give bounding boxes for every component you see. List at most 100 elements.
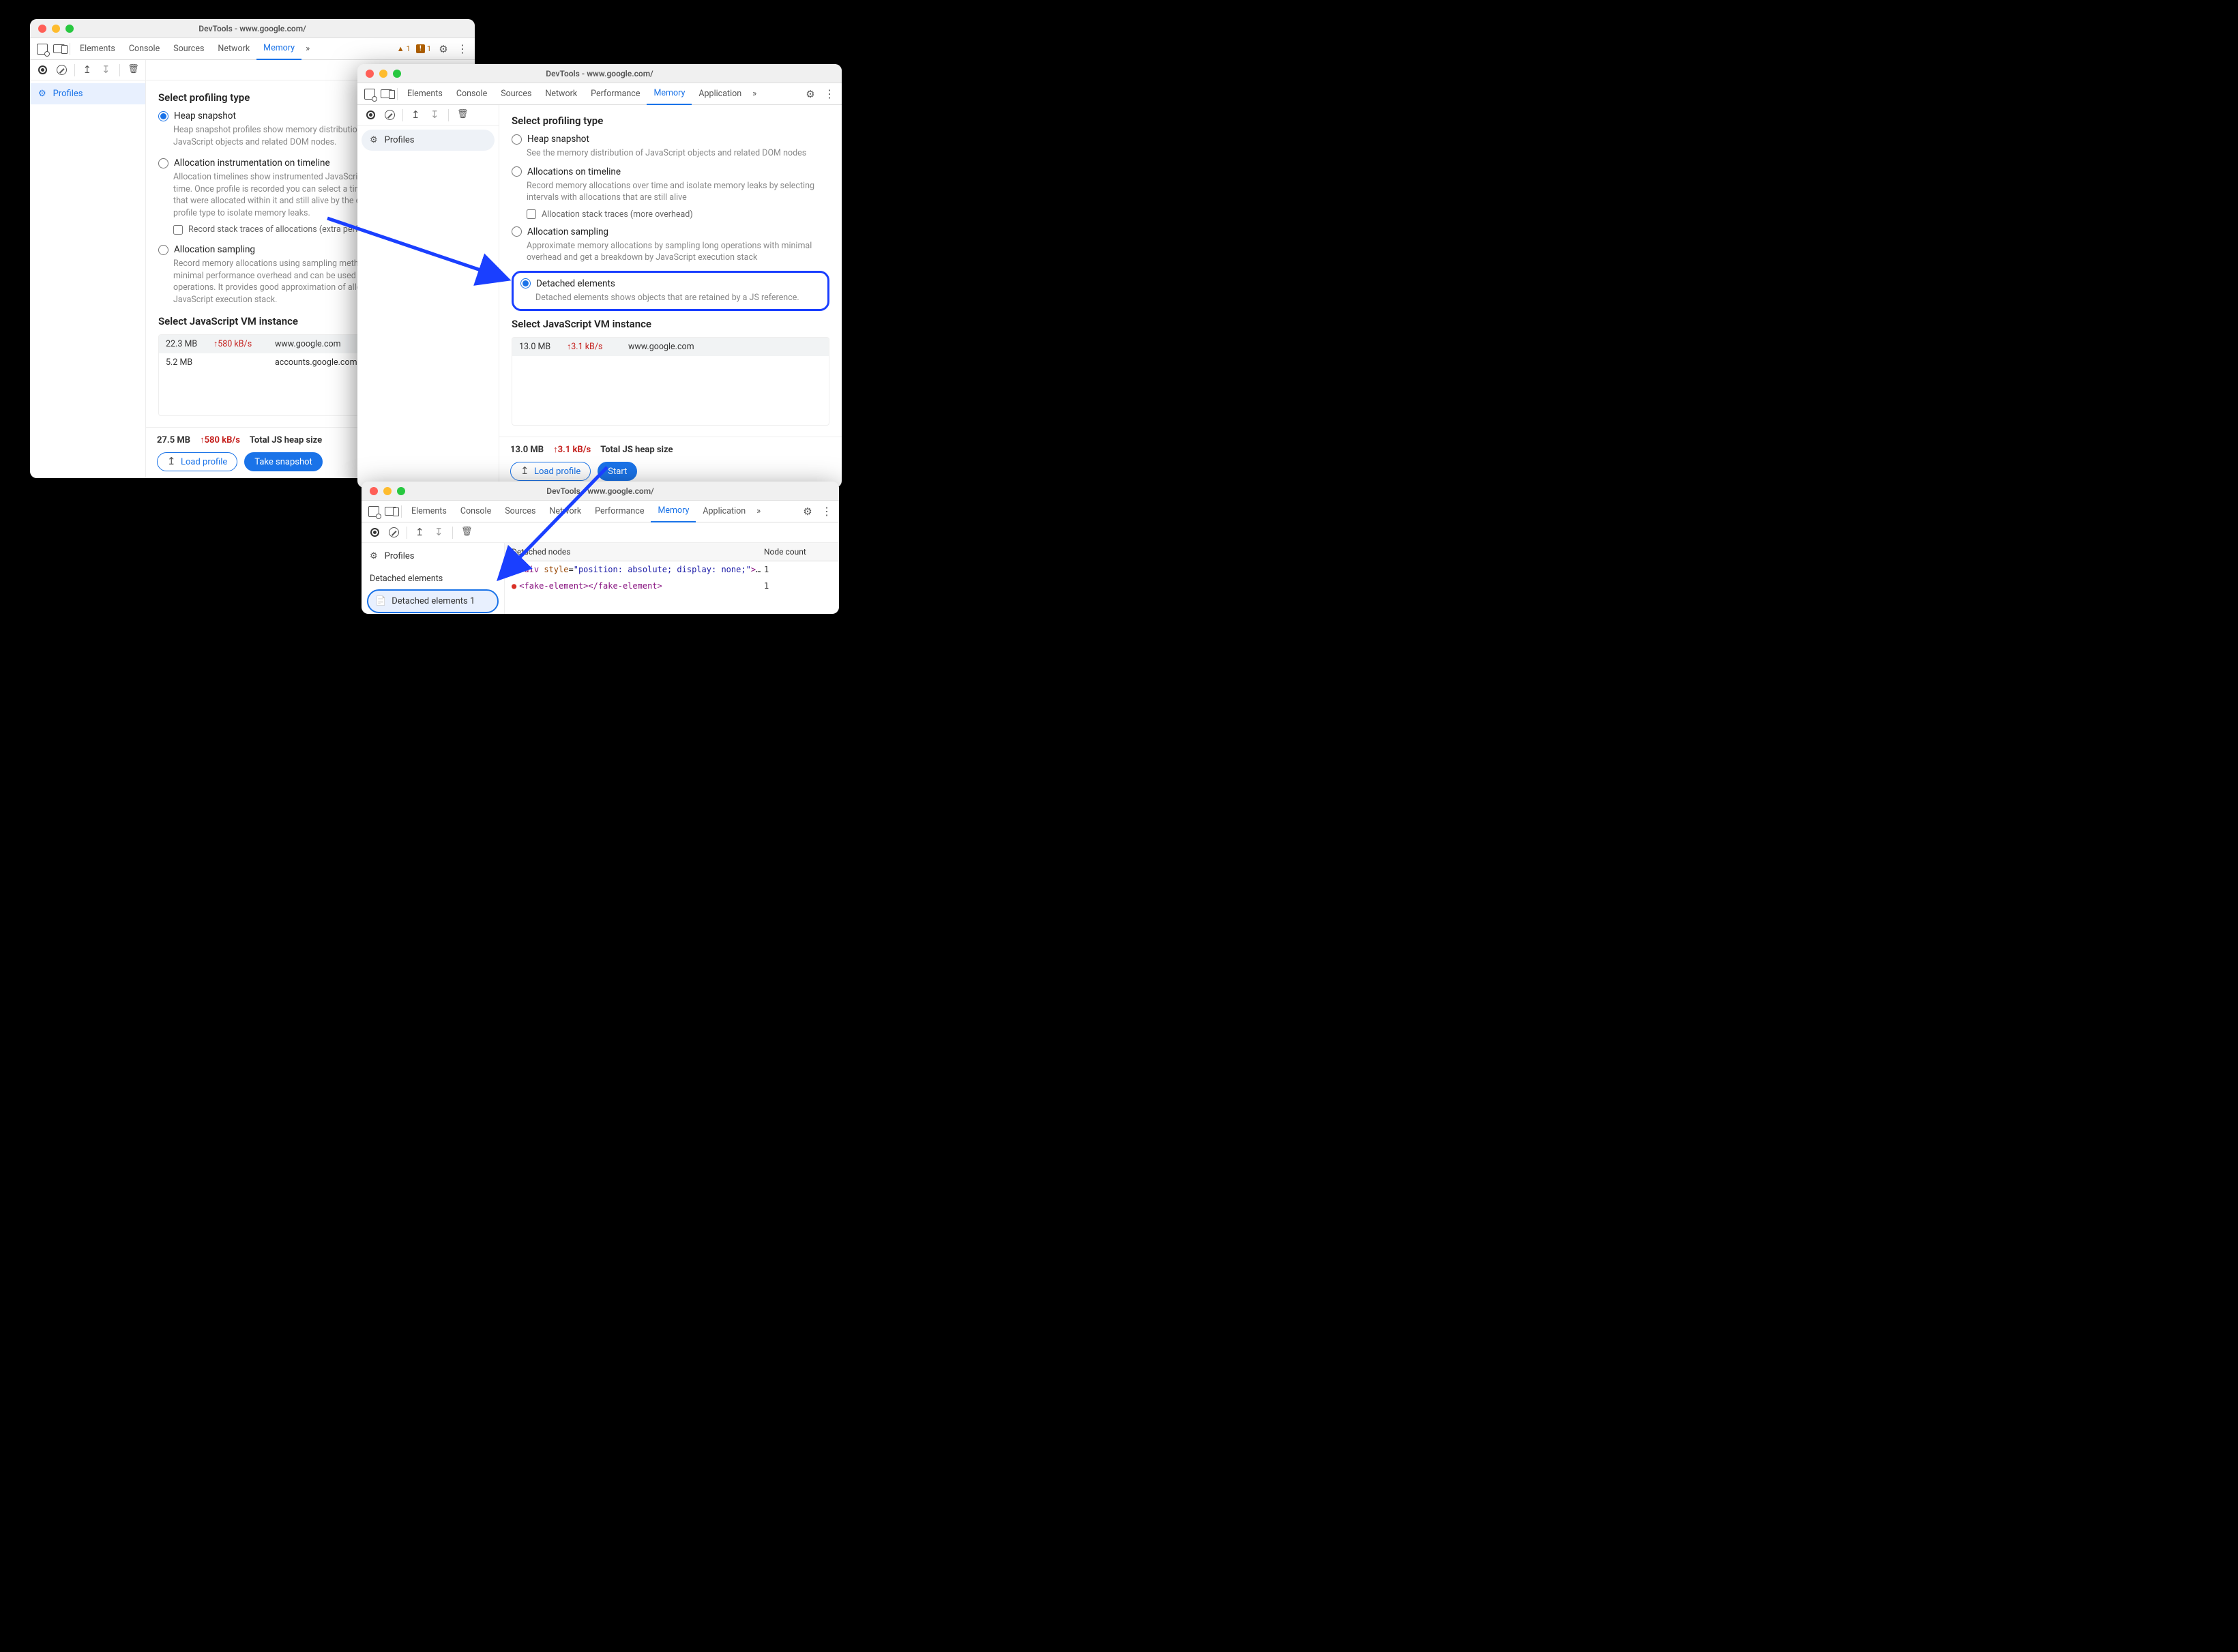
tab-memory[interactable]: Memory [651,501,696,522]
tab-elements[interactable]: Elements [400,83,450,105]
load-profile-button[interactable]: Load profile [157,452,237,471]
sidebar-item-profiles[interactable]: Profiles [362,130,495,151]
close-icon[interactable] [370,487,378,495]
sidebar-item-profiles[interactable]: Profiles [30,83,145,104]
tab-performance[interactable]: Performance [588,501,651,522]
zoom-icon[interactable] [397,487,405,495]
gc-icon[interactable] [457,524,475,542]
gc-icon[interactable] [124,61,141,79]
radio-alloc[interactable] [512,166,522,177]
tab-sources[interactable]: Sources [166,38,211,60]
toggle-device-icon[interactable] [382,503,398,520]
option-alloc-timeline[interactable]: Allocations on timeline Record memory al… [512,166,829,220]
gc-icon[interactable] [453,106,471,124]
titlebar[interactable]: DevTools - www.google.com/ [30,19,475,38]
checkbox-stack-traces[interactable] [173,225,183,235]
radio-detached[interactable] [520,278,531,289]
start-button[interactable]: Start [598,462,637,481]
sliders-icon [370,135,378,145]
issues-badge[interactable]: !1 [415,44,432,53]
zoom-icon[interactable] [65,25,74,33]
more-menu-icon[interactable] [821,86,838,102]
settings-icon[interactable] [435,41,452,57]
total-heap-rate: 3.1 kB/s [553,444,591,455]
inspect-icon[interactable] [366,503,382,520]
toggle-device-icon[interactable] [50,41,67,57]
tab-performance[interactable]: Performance [584,83,647,105]
checkbox-stack-traces[interactable] [527,209,536,219]
total-heap-rate: 580 kB/s [200,434,240,445]
tab-network[interactable]: Network [542,501,588,522]
load-icon[interactable] [407,106,425,124]
clear-icon[interactable] [53,61,70,79]
radio-heap[interactable] [158,111,168,121]
tab-application[interactable]: Application [692,83,748,105]
settings-icon[interactable] [799,503,816,520]
inspect-icon[interactable] [34,41,50,57]
load-icon[interactable] [411,524,429,542]
more-tabs-icon[interactable]: » [748,89,761,99]
zoom-icon[interactable] [393,70,401,78]
memory-footer: 13.0 MB 3.1 kB/s Total JS heap size Load… [499,437,842,488]
record-icon[interactable] [34,61,51,79]
save-icon[interactable] [430,524,448,542]
record-icon[interactable] [362,106,379,124]
settings-icon[interactable] [802,86,819,102]
minimize-icon[interactable] [379,70,387,78]
radio-sampling[interactable] [512,226,522,237]
record-icon[interactable] [366,524,383,542]
more-tabs-icon[interactable]: » [301,44,314,54]
save-icon[interactable] [98,61,115,79]
col-node-count: Node count [764,547,832,557]
detached-layout: Profiles Detached elements Detached elem… [362,543,839,614]
radio-sampling[interactable] [158,245,168,255]
tab-sources[interactable]: Sources [498,501,542,522]
tab-sources[interactable]: Sources [494,83,538,105]
vm-row[interactable]: 13.0 MB 3.1 kB/s www.google.com [512,338,829,356]
tab-application[interactable]: Application [696,501,752,522]
option-heap-snapshot[interactable]: Heap snapshot See the memory distributio… [512,134,829,160]
sidebar-item-label: Detached elements 1 [392,596,475,606]
tab-memory[interactable]: Memory [647,83,692,105]
tab-console[interactable]: Console [450,83,494,105]
tab-console[interactable]: Console [454,501,498,522]
minimize-icon[interactable] [383,487,392,495]
sliders-icon [370,551,378,561]
radio-alloc[interactable] [158,158,168,168]
tab-network[interactable]: Network [538,83,584,105]
minimize-icon[interactable] [52,25,60,33]
more-menu-icon[interactable] [454,41,471,57]
memory-toolbar [362,522,839,543]
save-icon[interactable] [426,106,444,124]
tab-network[interactable]: Network [211,38,256,60]
close-icon[interactable] [38,25,46,33]
option-alloc-sampling[interactable]: Allocation sampling Approximate memory a… [512,226,829,264]
titlebar[interactable]: DevTools - www.google.com/ [362,482,839,501]
traffic-lights [357,70,401,78]
table-row[interactable]: ●<fake-element></fake-element> 1 [505,578,839,594]
sidebar-item-profiles[interactable]: Profiles [362,546,504,567]
more-tabs-icon[interactable]: » [752,506,765,516]
close-icon[interactable] [366,70,374,78]
radio-heap[interactable] [512,134,522,145]
devtools-window-3: DevTools - www.google.com/ Elements Cons… [362,482,839,614]
sidebar-item-detached-1[interactable]: Detached elements 1 [367,589,499,613]
toggle-device-icon[interactable] [378,86,394,102]
clear-icon[interactable] [385,524,402,542]
table-row[interactable]: ●<div style="position: absolute; display… [505,561,839,578]
take-snapshot-button[interactable]: Take snapshot [244,452,323,471]
tab-elements[interactable]: Elements [404,501,454,522]
tab-memory[interactable]: Memory [256,38,301,60]
option-detached-elements[interactable]: Detached elements Detached elements show… [520,278,821,304]
load-icon[interactable] [79,61,96,79]
clear-icon[interactable] [381,106,398,124]
load-profile-button[interactable]: Load profile [510,462,591,481]
warnings-badge[interactable]: ▲1 [396,44,412,53]
more-menu-icon[interactable] [819,503,835,520]
suboption-stack-traces[interactable]: Allocation stack traces (more overhead) [527,209,829,220]
inspect-icon[interactable] [362,86,378,102]
titlebar[interactable]: DevTools - www.google.com/ [357,64,842,83]
tab-elements[interactable]: Elements [73,38,122,60]
tab-console[interactable]: Console [122,38,166,60]
detached-table: Detached nodes Node count ●<div style="p… [505,543,839,614]
